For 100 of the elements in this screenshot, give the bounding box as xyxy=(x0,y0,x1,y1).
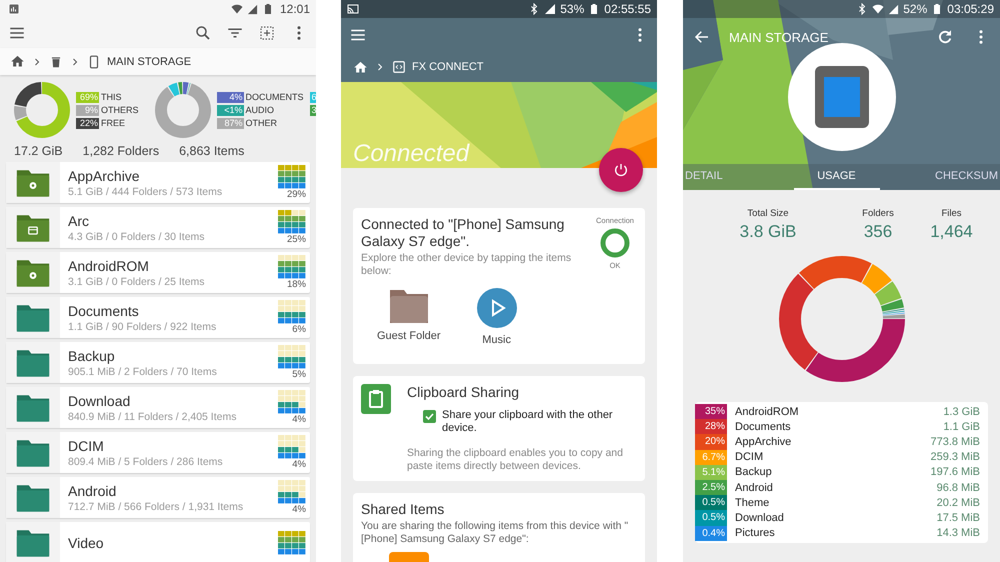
folder-row[interactable]: Arc 4.3 GiB / 0 Folders / 30 Items 25% xyxy=(6,207,310,248)
folder-size: 773.8 MiB xyxy=(930,436,981,448)
refresh-icon[interactable] xyxy=(936,28,954,46)
folder-size: 1.3 GiB xyxy=(943,406,981,418)
usage-grid-icon xyxy=(278,300,306,324)
folder-size: 17.5 MiB xyxy=(936,512,981,524)
usage-percent: 5.1% xyxy=(695,464,727,480)
folder-name[interactable]: AndroidROM xyxy=(727,406,944,418)
folder-size: 259.3 MiB xyxy=(930,451,981,464)
signal-icon xyxy=(544,3,556,15)
play-icon[interactable] xyxy=(476,288,517,328)
power-button[interactable] xyxy=(599,148,643,192)
folder-size: 197.6 MiB xyxy=(930,466,981,478)
folder-icon xyxy=(16,348,50,378)
folder-name[interactable]: Documents xyxy=(727,420,944,433)
stat-label: Folders xyxy=(862,208,894,219)
folder-size: 14.3 MiB xyxy=(936,527,981,540)
usage-percent: 0.5% xyxy=(695,510,727,526)
stat-label: Total Size xyxy=(747,208,789,219)
trash-icon[interactable] xyxy=(49,54,63,68)
clipboard-icon xyxy=(361,384,391,414)
folder-name: AndroidROM xyxy=(68,258,150,274)
home-icon[interactable] xyxy=(353,60,368,74)
card-title: Connected to "[Phone] Samsung Galaxy S7 edge". xyxy=(361,216,566,250)
folder-size: 20.2 MiB xyxy=(936,496,981,509)
usage-percent: 18% xyxy=(286,279,306,290)
folder-name[interactable]: DCIM xyxy=(727,451,930,464)
breadcrumb-item[interactable]: MAIN STORAGE xyxy=(107,56,192,68)
legend-percent: 6 xyxy=(310,92,316,102)
usage-percent: 6% xyxy=(292,324,306,335)
legend-label: OTHER xyxy=(246,118,278,128)
select-icon[interactable] xyxy=(258,24,276,42)
folder-details: 809.4 MiB / 5 Folders / 286 Items xyxy=(68,456,224,468)
folder-row[interactable]: Android 712.7 MiB / 566 Folders / 1,931 Items 4% xyxy=(6,477,310,518)
card-description: Sharing the clipboard enables you to copy and paste items directly between devices. xyxy=(407,447,624,473)
battery-percent: 53% xyxy=(560,2,584,16)
tab[interactable]: USAGE xyxy=(794,164,880,190)
folder-name[interactable]: Android xyxy=(727,482,937,494)
folder-details: 5.1 GiB / 444 Folders / 573 Items xyxy=(68,186,224,198)
legend-percent: <1% xyxy=(216,104,244,116)
phone-icon xyxy=(87,54,101,68)
breadcrumb-item[interactable]: FX CONNECT xyxy=(412,61,484,73)
status-time: 02:55:55 xyxy=(604,2,651,16)
wifi-icon xyxy=(230,3,243,15)
summary-total: 17.2 GiB xyxy=(14,144,63,158)
folder-name: AppArchive xyxy=(68,168,141,184)
stat-value: 356 xyxy=(864,222,892,242)
folder-name[interactable]: Pictures xyxy=(727,527,937,540)
legend-percent: 87% xyxy=(216,118,244,128)
folder-row[interactable]: Download 840.9 MiB / 11 Folders / 2,405 Items 4% xyxy=(6,387,310,428)
usage-percent: 5% xyxy=(292,369,306,380)
folder-details: 840.9 MiB / 11 Folders / 2,405 Items xyxy=(68,410,238,422)
usage-percent: 0.5% xyxy=(695,495,727,510)
signal-icon xyxy=(888,4,900,14)
usage-percent: 4% xyxy=(292,414,306,425)
stat-value: 3.8 GiB xyxy=(740,222,796,242)
folder-name[interactable]: Download xyxy=(727,512,937,524)
folder-size: 1.1 GiB xyxy=(943,420,981,433)
legend-percent: 3 xyxy=(310,104,316,116)
folder-name[interactable]: Theme xyxy=(727,496,937,509)
folder-row[interactable]: AppArchive 5.1 GiB / 444 Folders / 573 Items 29% xyxy=(6,162,310,203)
legend-label: FREE xyxy=(101,118,126,128)
usage-percent: 35% xyxy=(695,404,727,420)
item-label[interactable]: Guest Folder xyxy=(377,330,441,342)
card-description: You are sharing the following items from this device with "[Phone] Samsung Galaxy S7 edge": xyxy=(361,520,630,546)
folder-name[interactable]: Backup xyxy=(727,466,930,478)
folder-icon xyxy=(16,528,50,558)
usage-percent: 25% xyxy=(286,234,306,245)
folder-row[interactable]: DCIM 809.4 MiB / 5 Folders / 286 Items 4% xyxy=(6,432,310,473)
battery-percent: 52% xyxy=(903,2,928,16)
legend-label: THIS xyxy=(101,92,122,102)
donut-chart-drawing xyxy=(154,82,211,138)
gear-folder-icon xyxy=(16,168,50,198)
card-title: Clipboard Sharing xyxy=(407,384,520,401)
folder-name[interactable]: AppArchive xyxy=(727,436,930,448)
folder-name: Backup xyxy=(68,348,116,364)
home-icon[interactable] xyxy=(10,54,25,69)
tab[interactable]: CHECKSUM xyxy=(930,164,1000,190)
usage-percent: 4% xyxy=(292,459,306,470)
usage-grid-icon xyxy=(278,530,306,554)
cast-icon xyxy=(347,3,359,15)
folder-row[interactable]: AndroidROM 3.1 GiB / 0 Folders / 25 Items 18% xyxy=(6,252,310,293)
folder-details: 4.3 GiB / 0 Folders / 30 Items xyxy=(68,230,206,242)
legend-percent: 4% xyxy=(216,92,244,102)
folder-icon[interactable] xyxy=(388,288,429,324)
folder-name: Download xyxy=(68,392,132,408)
usage-grid-icon xyxy=(278,390,306,414)
folder-row[interactable]: Backup 905.1 MiB / 2 Folders / 70 Items 5% xyxy=(6,342,310,383)
folder-row[interactable]: Video xyxy=(6,522,310,562)
checkbox[interactable] xyxy=(423,410,436,423)
folder-details: 905.1 MiB / 2 Folders / 70 Items xyxy=(68,366,218,378)
status-time: 12:01 xyxy=(280,2,310,16)
folder-name: Arc xyxy=(68,212,90,228)
item-label[interactable]: Music xyxy=(482,334,511,346)
usage-percent: 6.7% xyxy=(695,450,727,465)
screen-title: MAIN STORAGE xyxy=(729,30,830,44)
search-icon[interactable] xyxy=(194,24,212,42)
folder-row[interactable]: Documents 1.1 GiB / 90 Folders / 922 Items 6% xyxy=(6,297,310,338)
folder-name: Documents xyxy=(68,302,140,318)
usage-grid-icon xyxy=(278,255,306,279)
